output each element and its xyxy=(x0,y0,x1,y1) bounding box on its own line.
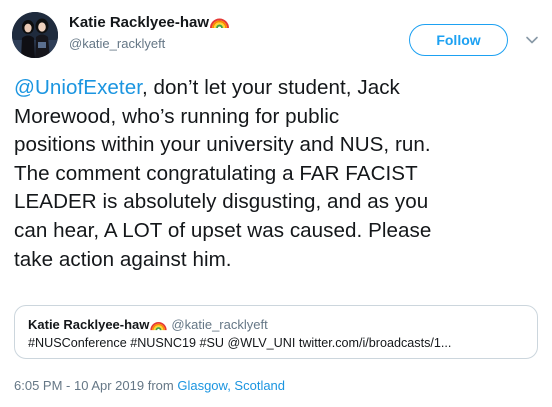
embedded-tweet: Katie Racklyee-haw @katie_racklyeft Foll… xyxy=(0,0,552,407)
quoted-author: Katie Racklyee-haw @katie_racklyeft xyxy=(28,317,268,334)
tweet-line: can hear, A LOT of upset was caused. Ple… xyxy=(14,217,544,246)
avatar[interactable] xyxy=(12,12,58,58)
author-display-name: Katie Racklyee-haw xyxy=(69,14,209,31)
mention-link[interactable]: @UniofExeter xyxy=(14,76,142,99)
chevron-down-icon[interactable] xyxy=(525,33,539,47)
author-handle[interactable]: @katie_racklyeft xyxy=(69,36,165,51)
tweet-line: LEADER is absolutely disgusting, and as … xyxy=(14,188,544,217)
tweet-line: positions within your university and NUS… xyxy=(14,131,544,160)
tweet-line: The comment congratulating a FAR FACIST xyxy=(14,160,544,189)
tweet-line: take action against him. xyxy=(14,246,544,275)
tweet-line-text: , don’t let your student, Jack xyxy=(142,76,400,99)
tweet-timestamp[interactable]: 6:05 PM - 10 Apr 2019 xyxy=(14,378,144,393)
avatar-photo xyxy=(12,12,58,58)
quoted-author-handle: @katie_racklyeft xyxy=(171,317,267,332)
quoted-author-name: Katie Racklyee-haw xyxy=(28,317,149,332)
tweet-line: @UniofExeter, don’t let your student, Ja… xyxy=(14,74,544,103)
quoted-tweet-card[interactable]: Katie Racklyee-haw @katie_racklyeft #NUS… xyxy=(14,305,538,359)
from-label: from xyxy=(148,378,174,393)
author-name[interactable]: Katie Racklyee-haw xyxy=(69,14,229,33)
rainbow-icon xyxy=(150,319,167,334)
tweet-line: Morewood, who’s running for public xyxy=(14,103,544,132)
tweet-text: @UniofExeter, don’t let your student, Ja… xyxy=(14,74,544,274)
tweet-meta: 6:05 PM - 10 Apr 2019 from Glasgow, Scot… xyxy=(14,378,285,393)
follow-button[interactable]: Follow xyxy=(409,24,508,56)
rainbow-icon xyxy=(210,15,229,33)
quoted-tweet-text: #NUSConference #NUSNC19 #SU @WLV_UNI twi… xyxy=(28,336,451,350)
location-link[interactable]: Glasgow, Scotland xyxy=(177,378,285,393)
